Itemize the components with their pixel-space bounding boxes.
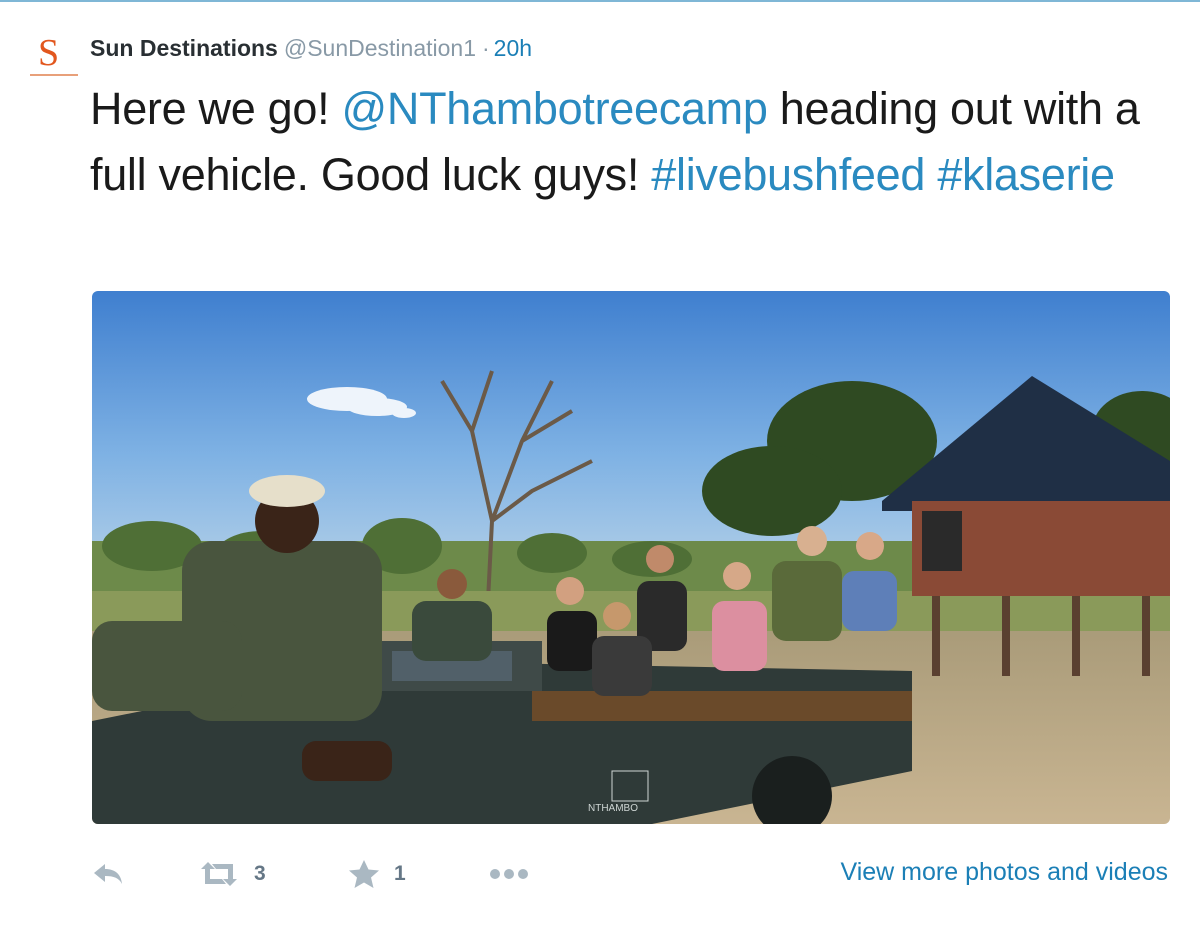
tweet-header: Sun Destinations @SunDestination1 · 20h [90, 31, 532, 65]
tweet-text-space [925, 149, 937, 200]
header-separator: · [482, 35, 490, 61]
tweet-actions: 3 1 View more photos and videos [90, 850, 1180, 900]
more-options-button[interactable] [488, 850, 532, 898]
tweet-photo[interactable]: NTHAMBO [92, 291, 1170, 824]
avatar[interactable]: S [26, 32, 82, 84]
avatar-logo-underline [30, 74, 78, 76]
retweet-icon [201, 862, 237, 886]
favorite-button[interactable]: 1 [348, 850, 406, 898]
tweet-text: Here we go! @NThambotreecamp heading out… [90, 76, 1170, 208]
view-more-photos-link[interactable]: View more photos and videos [840, 858, 1168, 887]
favorite-count: 1 [394, 862, 406, 885]
tweet-card: S Sun Destinations @SunDestination1 · 20h H… [0, 0, 1200, 925]
tweet-timestamp[interactable]: 20h [494, 35, 532, 61]
retweet-button[interactable]: 3 [198, 850, 266, 898]
mention-link[interactable]: @NThambotreecamp [342, 83, 768, 134]
retweet-count: 3 [254, 862, 266, 885]
safari-photo-illustration: NTHAMBO [92, 291, 1170, 824]
reply-icon [94, 864, 122, 884]
avatar-logo-letter: S [38, 32, 60, 74]
tweet-text-part: Here we go! [90, 83, 342, 134]
reply-button[interactable] [90, 850, 126, 898]
more-dots-icon [490, 869, 528, 879]
hashtag-link-klaserie[interactable]: #klaserie [937, 149, 1115, 200]
vehicle-logo-text: NTHAMBO [588, 803, 638, 814]
author-handle[interactable]: @SunDestination1 [284, 35, 476, 61]
star-icon [349, 860, 379, 888]
author-name[interactable]: Sun Destinations [90, 35, 278, 61]
hashtag-link-livebushfeed[interactable]: #livebushfeed [651, 149, 925, 200]
